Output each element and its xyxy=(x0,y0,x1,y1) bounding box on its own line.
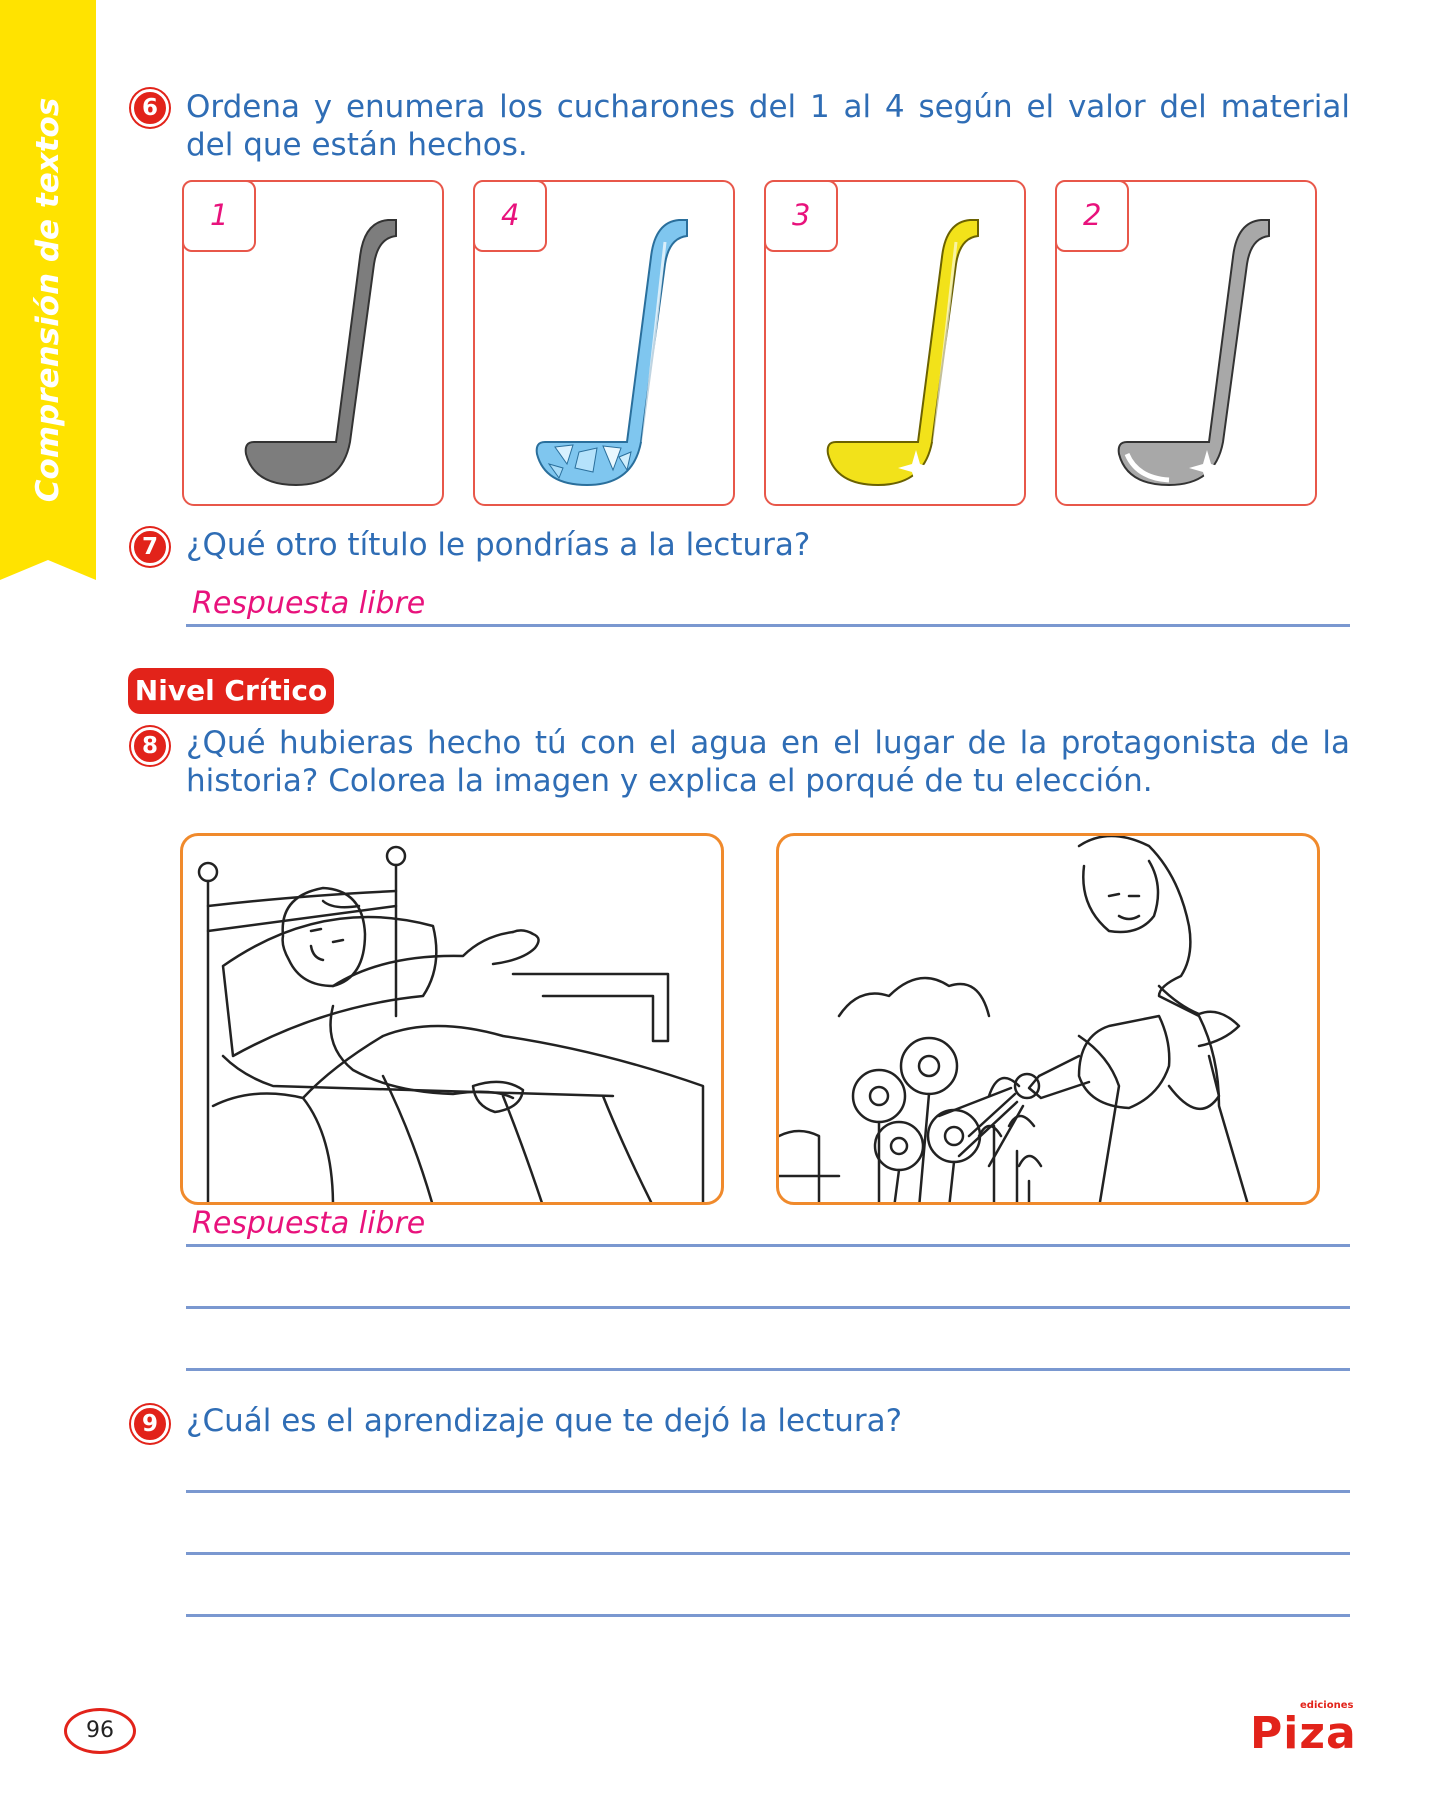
gray-ladle-icon xyxy=(244,219,397,487)
question-6-text: Ordena y enumera los cucharones del 1 al… xyxy=(186,89,1350,163)
side-tab-label: Comprensión de textos xyxy=(30,97,66,503)
logo-main-text: Piza xyxy=(1250,1708,1357,1759)
page-number: 96 xyxy=(64,1708,136,1754)
nivel-critico-badge: Nivel Crítico xyxy=(128,668,334,714)
question-number-6: 6 xyxy=(131,89,169,127)
question-number-7: 7 xyxy=(131,528,169,566)
girl-watering-flowers-illustration[interactable] xyxy=(776,833,1320,1205)
answer-line[interactable] xyxy=(186,624,1350,627)
publisher-logo: ediciones Piza xyxy=(1250,1700,1356,1759)
question-7-text: ¿Qué otro título le pondrías a la lectur… xyxy=(186,527,811,563)
answer-line-1[interactable] xyxy=(186,1490,1350,1493)
ladle-box-2: 4 xyxy=(473,180,735,506)
question-number-8: 8 xyxy=(131,727,169,765)
gold-ladle-icon xyxy=(826,219,979,487)
answer-line-2[interactable] xyxy=(186,1306,1350,1309)
side-tab: Comprensión de textos xyxy=(0,0,96,595)
answer-line-3[interactable] xyxy=(186,1614,1350,1617)
silver-ladle-icon xyxy=(1117,219,1270,487)
ladle-box-3: 3 xyxy=(764,180,1026,506)
answer-line-1[interactable] xyxy=(186,1244,1350,1247)
answer-line-2[interactable] xyxy=(186,1552,1350,1555)
answer-text: Respuesta libre xyxy=(192,1206,426,1241)
question-8-text: ¿Qué hubieras hecho tú con el agua en el… xyxy=(186,725,1350,799)
diamond-ladle-icon xyxy=(535,219,688,487)
question-9-text: ¿Cuál es el aprendizaje que te dejó la l… xyxy=(186,1403,903,1439)
question-number-9: 9 xyxy=(131,1405,169,1443)
sick-person-in-bed-illustration[interactable] xyxy=(180,833,724,1205)
ladle-box-1: 1 xyxy=(182,180,444,506)
answer-line-3[interactable] xyxy=(186,1368,1350,1371)
answer-text: Respuesta libre xyxy=(192,586,426,621)
ladle-box-4: 2 xyxy=(1055,180,1317,506)
